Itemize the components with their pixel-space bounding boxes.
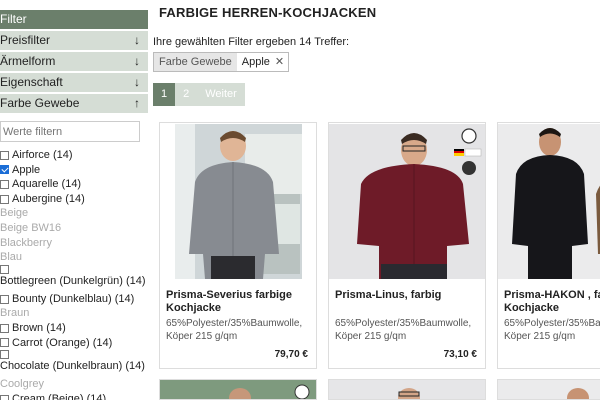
page-title: FARBIGE HERREN-KOCHJACKEN: [159, 5, 377, 20]
product-card[interactable]: [159, 379, 317, 400]
color-option[interactable]: Chocolate (Dunkelbraun) (14): [0, 350, 148, 377]
accordion-preisfilter[interactable]: Preisfilter ↓: [0, 31, 148, 50]
color-option: Braun: [0, 306, 148, 321]
product-description: 65%Polyester/35%Baumwolle, Köper 215 g/q…: [335, 318, 472, 342]
color-option[interactable]: Cream (Beige) (14): [0, 392, 148, 400]
color-option[interactable]: Aubergine (14): [0, 192, 148, 207]
option-checkbox[interactable]: [0, 294, 9, 304]
chip-value-wrap: Apple ✕: [236, 53, 289, 71]
chip-value: Apple: [241, 56, 270, 68]
product-image[interactable]: [329, 124, 485, 279]
accordion-eigenschaft[interactable]: Eigenschaft ↓: [0, 73, 148, 92]
option-checkbox[interactable]: [0, 150, 9, 160]
option-label: Carrot (Orange) (14): [12, 336, 113, 349]
option-label: Beige: [0, 207, 29, 220]
accordion-label: Ärmelform: [0, 54, 56, 68]
option-label: Aubergine (14): [12, 192, 85, 205]
accordion-label: Farbe Gewebe: [0, 96, 80, 110]
product-grid: Prisma-Severius farbige Kochjacke 65%Pol…: [159, 122, 600, 369]
option-checkbox[interactable]: [0, 165, 9, 175]
option-label: Aquarelle (14): [12, 178, 82, 191]
option-label: Bottlegreen (Dunkelgrün) (14): [0, 274, 146, 287]
filter-values-input[interactable]: [0, 121, 140, 142]
option-checkbox[interactable]: [0, 194, 9, 204]
option-checkbox[interactable]: [0, 264, 9, 274]
option-label: Cream (Beige) (14): [12, 392, 107, 400]
product-card[interactable]: Prisma-Linus, farbig 65%Polyester/35%Bau…: [328, 122, 486, 369]
color-option: Blackberry: [0, 236, 148, 251]
arrow-up-icon: ↑: [134, 96, 140, 110]
color-option[interactable]: Brown (14): [0, 321, 148, 336]
filter-heading: Filter: [0, 10, 148, 29]
product-name[interactable]: Prisma-HAKON , farbig Kochjacke: [504, 289, 600, 315]
color-option[interactable]: Apple: [0, 163, 148, 178]
option-label: Blackberry: [0, 236, 52, 249]
option-checkbox[interactable]: [0, 323, 9, 333]
accordion-label: Eigenschaft: [0, 75, 63, 89]
product-name[interactable]: Prisma-Severius farbige Kochjacke: [166, 289, 316, 315]
color-option: Blau: [0, 250, 148, 265]
pagination: 1 2 Weiter: [153, 83, 245, 106]
product-card[interactable]: [497, 379, 600, 400]
product-card[interactable]: Prisma-HAKON , farbig Kochjacke 65%Polye…: [497, 122, 600, 369]
option-checkbox[interactable]: [0, 338, 9, 348]
option-label: Coolgrey: [0, 378, 45, 391]
accordion-aermelform[interactable]: Ärmelform ↓: [0, 52, 148, 71]
next-page-button[interactable]: Weiter: [197, 83, 245, 106]
color-option[interactable]: Carrot (Orange) (14): [0, 336, 148, 351]
arrow-down-icon: ↓: [134, 54, 140, 68]
product-image[interactable]: [175, 124, 302, 279]
color-option[interactable]: Bottlegreen (Dunkelgrün) (14): [0, 264, 148, 292]
option-label: Blau: [0, 251, 23, 264]
option-checkbox[interactable]: [0, 350, 9, 360]
color-option: Beige: [0, 206, 148, 221]
active-filter-chip: Farbe Gewebe Apple ✕: [153, 52, 290, 72]
accordion-farbe-gewebe[interactable]: Farbe Gewebe ↑: [0, 94, 148, 113]
product-card[interactable]: [328, 379, 486, 400]
color-option-list: Airforce (14) Apple Aquarelle (14) Aubergin…: [0, 148, 148, 400]
product-name[interactable]: Prisma-Linus, farbig: [335, 289, 485, 302]
option-label: Braun: [0, 307, 30, 320]
color-option: Beige BW16: [0, 221, 148, 236]
option-label: Chocolate (Dunkelbraun) (14): [0, 360, 145, 373]
product-description: 65%Polyester/35%Baumwolle, Köper 215 g/q…: [504, 318, 600, 342]
product-image[interactable]: [498, 124, 600, 279]
option-checkbox[interactable]: [0, 394, 9, 400]
product-description: 65%Polyester/35%Baumwolle, Köper 215 g/q…: [166, 318, 303, 342]
results-count: Ihre gewählten Filter ergeben 14 Treffer…: [153, 36, 350, 48]
option-label: Bounty (Dunkelblau) (14): [12, 292, 135, 305]
option-checkbox[interactable]: [0, 179, 9, 189]
color-option[interactable]: Airforce (14): [0, 148, 148, 163]
arrow-down-icon: ↓: [134, 75, 140, 89]
main-content: FARBIGE HERREN-KOCHJACKEN Ihre gewählten…: [153, 0, 600, 400]
accordion-label: Preisfilter: [0, 33, 51, 47]
page-2-button[interactable]: 2: [175, 83, 198, 106]
close-icon[interactable]: ✕: [275, 53, 284, 71]
filter-sidebar: Filter Preisfilter ↓ Ärmelform ↓ Eigensc…: [0, 0, 148, 400]
page-1-button[interactable]: 1: [153, 83, 176, 106]
color-option[interactable]: Bounty (Dunkelblau) (14): [0, 292, 148, 307]
color-option: Coolgrey: [0, 377, 148, 392]
chip-key: Farbe Gewebe: [154, 53, 237, 71]
product-price: 73,10 €: [443, 349, 477, 360]
option-label: Airforce (14): [12, 149, 73, 161]
product-grid-row-2: [159, 379, 600, 400]
option-label: Apple: [12, 163, 41, 176]
product-price: 79,70 €: [274, 349, 308, 360]
arrow-down-icon: ↓: [134, 33, 140, 47]
option-label: Beige BW16: [0, 221, 62, 234]
color-option[interactable]: Aquarelle (14): [0, 177, 148, 192]
option-label: Brown (14): [12, 321, 66, 334]
product-card[interactable]: Prisma-Severius farbige Kochjacke 65%Pol…: [159, 122, 317, 369]
